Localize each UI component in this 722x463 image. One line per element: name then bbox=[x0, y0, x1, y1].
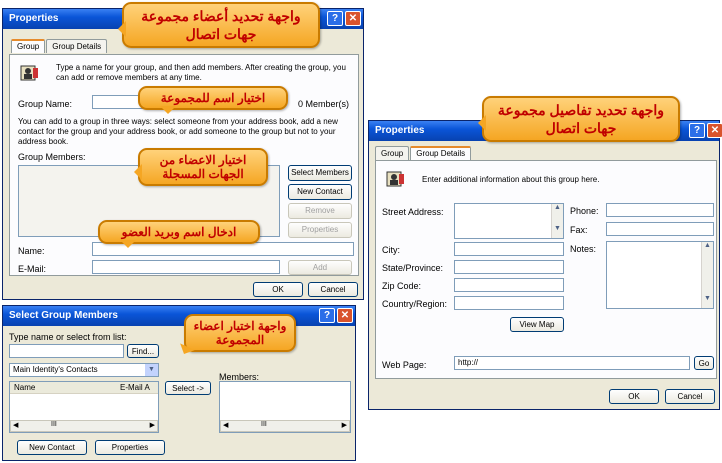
horizontal-scrollbar[interactable]: ◀ III ▶ bbox=[10, 420, 158, 432]
state-province-input[interactable] bbox=[454, 260, 564, 274]
members-list[interactable]: ◀ III ▶ bbox=[219, 381, 351, 433]
column-header-name[interactable]: Name bbox=[14, 383, 35, 392]
street-address-label: Street Address: bbox=[382, 207, 444, 217]
new-contact-button[interactable]: New Contact bbox=[17, 440, 87, 455]
scroll-down-icon[interactable]: ▼ bbox=[702, 295, 713, 302]
scroll-down-icon[interactable]: ▼ bbox=[552, 225, 563, 232]
help-button[interactable]: ? bbox=[319, 308, 335, 323]
properties-window-group-details: Properties ? ✕ Group Group Details Enter… bbox=[368, 120, 722, 410]
type-name-label: Type name or select from list: bbox=[9, 332, 127, 342]
tab-group[interactable]: Group bbox=[11, 39, 46, 53]
contacts-source-select[interactable]: Main Identity's Contacts ▼ bbox=[9, 363, 159, 377]
select-members-button[interactable]: Select Members bbox=[288, 165, 352, 181]
country-region-input[interactable] bbox=[454, 296, 564, 310]
contacts-group-icon bbox=[384, 169, 406, 189]
scroll-thumb[interactable]: III bbox=[51, 421, 57, 428]
help-button[interactable]: ? bbox=[327, 11, 343, 26]
cancel-button[interactable]: Cancel bbox=[308, 282, 358, 297]
member-count: 0 Member(s) bbox=[298, 99, 350, 109]
window-title: Properties bbox=[9, 13, 59, 24]
cancel-button[interactable]: Cancel bbox=[665, 389, 715, 404]
group-name-label: Group Name: bbox=[18, 99, 73, 109]
help-button[interactable]: ? bbox=[689, 123, 705, 138]
callout-choose-group-name: اختيار اسم للمجموعة bbox=[138, 86, 288, 114]
new-contact-button[interactable]: New Contact bbox=[288, 184, 352, 200]
web-page-value: http:// bbox=[458, 358, 479, 367]
ok-button[interactable]: OK bbox=[609, 389, 659, 404]
horizontal-scrollbar[interactable]: ◀ III ▶ bbox=[220, 420, 350, 432]
remove-button[interactable]: Remove bbox=[288, 203, 352, 219]
ok-button[interactable]: OK bbox=[253, 282, 303, 297]
country-region-label: Country/Region: bbox=[382, 299, 448, 309]
callout-select-registered-members: اختيار الاعضاء من الجهات المسجلة bbox=[134, 148, 268, 186]
chevron-down-icon[interactable]: ▼ bbox=[145, 364, 158, 376]
type-name-input[interactable] bbox=[9, 344, 124, 358]
contacts-list[interactable]: Name E-Mail A ◀ III ▶ bbox=[9, 381, 159, 433]
go-button[interactable]: Go bbox=[694, 356, 714, 370]
find-button[interactable]: Find... bbox=[127, 344, 159, 358]
tab-group[interactable]: Group bbox=[375, 146, 410, 160]
notes-textarea[interactable]: ▲ ▼ bbox=[606, 241, 714, 309]
group-members-label: Group Members: bbox=[18, 152, 86, 162]
close-button[interactable]: ✕ bbox=[345, 11, 361, 26]
callout-select-members-interface: واجهة اختيار اعضاء المجموعة bbox=[184, 314, 296, 352]
city-input[interactable] bbox=[454, 242, 564, 256]
callout-group-details-interface: واجهة تحديد تفاصيل مجموعة جهات اتصال bbox=[478, 96, 680, 142]
member-email-input[interactable] bbox=[92, 260, 280, 274]
name-label: Name: bbox=[18, 246, 45, 256]
scroll-right-icon[interactable]: ▶ bbox=[150, 421, 155, 429]
title-bar[interactable]: Select Group Members ? ✕ bbox=[3, 306, 355, 326]
zip-code-label: Zip Code: bbox=[382, 281, 422, 291]
column-header-row: Name E-Mail A bbox=[10, 382, 158, 394]
state-province-label: State/Province: bbox=[382, 263, 444, 273]
tab-group-details[interactable]: Group Details bbox=[410, 146, 472, 160]
properties-button[interactable]: Properties bbox=[95, 440, 165, 455]
callout-group-members-interface: واجهة تحديد أعضاء مجموعة جهات اتصال bbox=[118, 2, 320, 48]
web-page-label: Web Page: bbox=[382, 360, 427, 370]
close-button[interactable]: ✕ bbox=[337, 308, 353, 323]
scroll-up-icon[interactable]: ▲ bbox=[702, 242, 713, 249]
fax-input[interactable] bbox=[606, 222, 714, 236]
scroll-up-icon[interactable]: ▲ bbox=[552, 204, 563, 211]
phone-input[interactable] bbox=[606, 203, 714, 217]
intro-text: Type a name for your group, and then add… bbox=[56, 63, 346, 82]
properties-button[interactable]: Properties bbox=[288, 222, 352, 238]
notes-label: Notes: bbox=[570, 244, 597, 254]
select-button[interactable]: Select -> bbox=[165, 381, 211, 395]
scroll-left-icon[interactable]: ◀ bbox=[13, 421, 18, 429]
fax-label: Fax: bbox=[570, 225, 588, 235]
city-label: City: bbox=[382, 245, 400, 255]
callout-enter-member-name-email: ادخال اسم وبريد العضو bbox=[98, 220, 260, 248]
window-title: Select Group Members bbox=[9, 310, 118, 321]
select-group-members-window: Select Group Members ? ✕ Type name or se… bbox=[2, 305, 356, 461]
phone-label: Phone: bbox=[570, 206, 599, 216]
close-button[interactable]: ✕ bbox=[707, 123, 722, 138]
intro-text: Enter additional information about this … bbox=[422, 175, 600, 184]
source-value: Main Identity's Contacts bbox=[13, 365, 98, 374]
group-details-panel: Enter additional information about this … bbox=[375, 160, 717, 379]
view-map-button[interactable]: View Map bbox=[510, 317, 564, 332]
tab-group-details[interactable]: Group Details bbox=[46, 39, 108, 53]
instructions-text: You can add to a group in three ways: se… bbox=[18, 117, 338, 146]
web-page-input[interactable]: http:// bbox=[454, 356, 690, 370]
scroll-left-icon[interactable]: ◀ bbox=[223, 421, 228, 429]
zip-code-input[interactable] bbox=[454, 278, 564, 292]
window-title: Properties bbox=[375, 125, 425, 136]
street-address-input[interactable]: ▲ ▼ bbox=[454, 203, 564, 239]
contacts-group-icon bbox=[18, 63, 40, 83]
add-button[interactable]: Add bbox=[288, 260, 352, 275]
vertical-scrollbar[interactable]: ▲ ▼ bbox=[701, 242, 713, 308]
scroll-thumb[interactable]: III bbox=[261, 421, 267, 428]
column-header-email[interactable]: E-Mail A bbox=[120, 383, 150, 392]
scroll-right-icon[interactable]: ▶ bbox=[342, 421, 347, 429]
vertical-scrollbar[interactable]: ▲ ▼ bbox=[551, 204, 563, 238]
email-label: E-Mail: bbox=[18, 264, 47, 274]
